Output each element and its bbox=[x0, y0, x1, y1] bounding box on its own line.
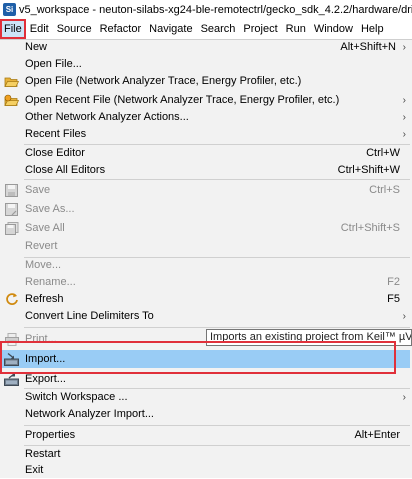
menu-item-shortcut: Alt+Enter bbox=[354, 429, 400, 441]
print-icon bbox=[4, 332, 19, 346]
folder-recent-icon bbox=[4, 93, 19, 107]
menu-item-label: Other Network Analyzer Actions... bbox=[25, 111, 189, 123]
menu-item-label: Open Recent File (Network Analyzer Trace… bbox=[25, 94, 340, 106]
menu-item-close-all-editors[interactable]: Close All Editors Ctrl+Shift+W bbox=[0, 161, 410, 179]
menu-window[interactable]: Window bbox=[310, 19, 357, 39]
menu-item-label: Save All bbox=[25, 222, 65, 234]
menu-item-shortcut: F5 bbox=[387, 293, 400, 305]
menu-file[interactable]: File bbox=[0, 19, 26, 39]
save-all-icon bbox=[4, 221, 19, 235]
menu-refactor[interactable]: Refactor bbox=[96, 19, 146, 39]
menu-item-label: Network Analyzer Import... bbox=[25, 408, 154, 420]
window-title: v5_workspace - neuton-silabs-xg24-ble-re… bbox=[19, 3, 412, 16]
menu-item-shortcut: Ctrl+W bbox=[366, 147, 400, 159]
menu-project[interactable]: Project bbox=[239, 19, 281, 39]
menu-item-save-as[interactable]: Save As... bbox=[0, 200, 410, 218]
menu-item-shortcut: Ctrl+Shift+S bbox=[340, 222, 400, 234]
menu-item-label: Print... bbox=[25, 333, 57, 345]
menu-item-open-file-nat[interactable]: Open File (Network Analyzer Trace, Energ… bbox=[0, 72, 410, 90]
menu-item-label: Rename... bbox=[25, 276, 76, 288]
menu-item-label: Exit bbox=[25, 464, 44, 476]
menu-item-label: Open File... bbox=[25, 58, 82, 70]
menu-item-save[interactable]: Save Ctrl+S bbox=[0, 181, 410, 199]
refresh-icon bbox=[4, 292, 19, 306]
file-menu-dropdown: New Alt+Shift+N › Open File... Open File… bbox=[0, 39, 412, 478]
menu-item-label: Export... bbox=[25, 373, 66, 385]
menu-search[interactable]: Search bbox=[197, 19, 240, 39]
menu-item-label: New bbox=[25, 41, 48, 53]
menu-item-open-recent-nat[interactable]: Open Recent File (Network Analyzer Trace… bbox=[0, 91, 410, 109]
menu-item-label: Switch Workspace ... bbox=[25, 391, 128, 403]
menu-item-close-editor[interactable]: Close Editor Ctrl+W bbox=[0, 144, 410, 162]
menu-item-move[interactable]: Move... bbox=[0, 256, 410, 274]
menu-item-label: Refresh bbox=[25, 293, 64, 305]
menu-item-shortcut: Ctrl+Shift+W bbox=[337, 164, 400, 176]
export-icon bbox=[4, 372, 19, 386]
menu-item-label: Convert Line Delimiters To bbox=[25, 310, 154, 322]
menu-item-import[interactable]: Import... bbox=[0, 350, 410, 368]
menu-item-switch-workspace[interactable]: Switch Workspace ... › bbox=[0, 388, 410, 406]
submenu-arrow-icon: › bbox=[402, 128, 406, 140]
menu-navigate[interactable]: Navigate bbox=[145, 19, 196, 39]
save-as-icon bbox=[4, 202, 19, 216]
menu-source[interactable]: Source bbox=[53, 19, 96, 39]
menu-separator bbox=[24, 327, 410, 328]
menu-item-save-all[interactable]: Save All Ctrl+Shift+S bbox=[0, 219, 410, 237]
menu-item-new[interactable]: New Alt+Shift+N › bbox=[0, 38, 410, 56]
menu-item-label: Save As... bbox=[25, 203, 75, 215]
submenu-arrow-icon: › bbox=[402, 391, 406, 403]
menu-item-nat-import[interactable]: Network Analyzer Import... bbox=[0, 405, 410, 423]
submenu-arrow-icon: › bbox=[402, 310, 406, 322]
window-title-bar: Si v5_workspace - neuton-silabs-xg24-ble… bbox=[0, 0, 412, 19]
import-tooltip: Imports an existing project from Keil™ µ… bbox=[206, 329, 412, 346]
menu-item-label: Close All Editors bbox=[25, 164, 106, 176]
save-disk-icon bbox=[4, 183, 19, 197]
menu-bar: File Edit Source Refactor Navigate Searc… bbox=[0, 19, 412, 39]
menu-item-convert-line-delimiters[interactable]: Convert Line Delimiters To › bbox=[0, 307, 410, 325]
menu-item-label: Revert bbox=[25, 240, 58, 252]
menu-help[interactable]: Help bbox=[357, 19, 388, 39]
menu-item-label: Import... bbox=[25, 353, 66, 365]
submenu-arrow-icon: › bbox=[402, 94, 406, 106]
menu-edit[interactable]: Edit bbox=[26, 19, 53, 39]
import-icon bbox=[4, 352, 19, 366]
menu-item-label: Move... bbox=[25, 259, 62, 271]
menu-item-label: Recent Files bbox=[25, 128, 87, 140]
menu-item-label: Close Editor bbox=[25, 147, 85, 159]
menu-item-recent-files[interactable]: Recent Files › bbox=[0, 125, 410, 143]
submenu-arrow-icon: › bbox=[402, 41, 406, 53]
menu-item-label: Restart bbox=[25, 448, 61, 460]
menu-item-properties[interactable]: Properties Alt+Enter bbox=[0, 426, 410, 444]
app-logo-icon: Si bbox=[3, 3, 16, 16]
menu-item-refresh[interactable]: Refresh F5 bbox=[0, 290, 410, 308]
menu-item-label: Properties bbox=[25, 429, 76, 441]
menu-item-revert[interactable]: Revert bbox=[0, 237, 410, 255]
menu-item-label: Save bbox=[25, 184, 51, 196]
folder-open-icon bbox=[4, 74, 19, 88]
menu-item-rename[interactable]: Rename... F2 bbox=[0, 273, 410, 291]
menu-item-exit[interactable]: Exit bbox=[0, 461, 410, 479]
menu-item-export[interactable]: Export... bbox=[0, 370, 410, 388]
menu-item-other-nat-actions[interactable]: Other Network Analyzer Actions... › bbox=[0, 108, 410, 126]
menu-item-shortcut: Ctrl+S bbox=[369, 184, 400, 196]
menu-item-label: Open File (Network Analyzer Trace, Energ… bbox=[25, 75, 302, 87]
submenu-arrow-icon: › bbox=[402, 111, 406, 123]
menu-item-shortcut: F2 bbox=[387, 276, 400, 288]
menu-item-shortcut: Alt+Shift+N bbox=[340, 41, 396, 53]
menu-run[interactable]: Run bbox=[282, 19, 310, 39]
menu-separator bbox=[24, 179, 410, 180]
menu-item-open-file[interactable]: Open File... bbox=[0, 55, 410, 73]
